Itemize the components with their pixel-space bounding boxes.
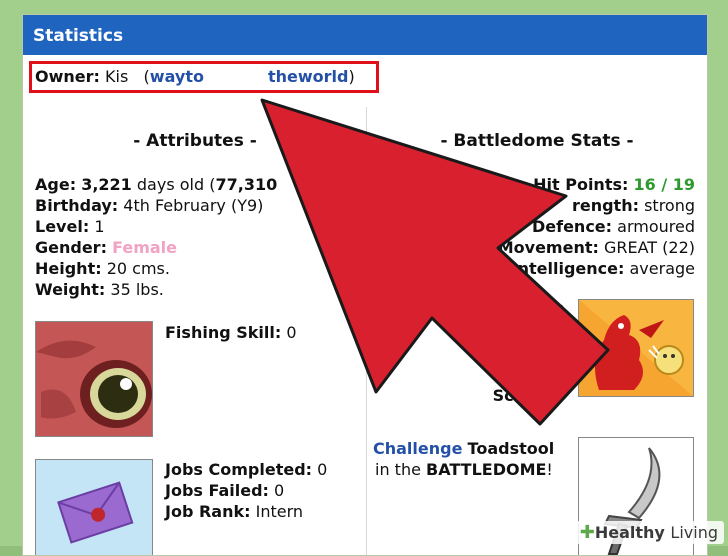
owner-name: Kis — [105, 67, 129, 86]
jobs-failed-value: 0 — [274, 481, 285, 500]
age-suffix: days old ( — [136, 175, 216, 194]
movement-label: Movement: — [497, 238, 599, 257]
weight-label: Weight: — [35, 280, 106, 299]
watermark-brand: Healthy — [594, 523, 665, 542]
fishing-pet-image — [35, 321, 153, 437]
wins-row: l: 0 — [493, 300, 565, 321]
hit-points-value: 16 / 19 — [633, 175, 695, 194]
movement-row: Movement: GREAT (22) — [498, 237, 695, 258]
score-value: 0 — [554, 386, 565, 405]
weight-value: 35 lbs. — [110, 280, 164, 299]
watermark-brand2: Living — [670, 523, 718, 542]
challenge-opponent: Toadstool — [467, 439, 555, 458]
gender-row: Gender: Female — [35, 237, 177, 258]
challenge-line2: in the BATTLEDOME! — [375, 459, 553, 480]
score-label: Score: — [492, 386, 550, 405]
birthday-row: Birthday: 4th February (Y9) — [35, 195, 263, 216]
hit-points-label: Hit Points: — [533, 175, 629, 194]
owner-row: Owner: Kis (wayto theworld) — [29, 61, 379, 93]
intelligence-label: Intelligence: — [511, 259, 625, 278]
gender-value: Female — [112, 238, 177, 257]
age-extra: 77,310 — [215, 175, 278, 194]
wins-value: 0 — [554, 301, 565, 320]
job-rank-value: Intern — [255, 502, 304, 521]
height-label: Height: — [35, 259, 102, 278]
page-background: Statistics Owner: Kis (wayto theworld) - … — [0, 0, 728, 556]
panel-title: Statistics — [23, 15, 707, 55]
birthday-label: Birthday: — [35, 196, 119, 215]
wins-label: l: — [537, 301, 550, 320]
owner-link-part2[interactable]: theworld — [268, 67, 349, 86]
age-label: Age: — [35, 175, 77, 194]
intelligence-row: Intelligence: average — [512, 258, 695, 279]
battle-dragon-icon — [579, 300, 693, 396]
fish-eye-icon — [36, 322, 152, 436]
draws-label: Dra — [517, 365, 550, 384]
battle-image — [578, 299, 694, 397]
defence-value: armoured — [617, 217, 695, 236]
job-rank-row: Job Rank: Intern — [165, 501, 303, 522]
level-label: Level: — [35, 217, 90, 236]
jobs-image — [35, 459, 153, 555]
movement-value: GREAT (22) — [603, 238, 695, 257]
draws-row: Dra 0 — [473, 364, 565, 385]
jobs-completed-row: Jobs Completed: 0 — [165, 459, 327, 480]
attributes-title: - Attributes - — [133, 131, 257, 151]
birthday-value: 4th February (Y9) — [123, 196, 264, 215]
challenge-link[interactable]: Challenge — [373, 439, 462, 458]
height-value: 20 cms. — [106, 259, 170, 278]
challenge-battledome[interactable]: BATTLEDOME — [426, 460, 546, 479]
plus-logo-icon: ✚ — [579, 522, 595, 543]
gender-label: Gender: — [35, 238, 107, 257]
challenge-prefix: in the — [375, 460, 421, 479]
fishing-label: Fishing Skill: — [165, 323, 282, 342]
challenge-line1: Challenge Toadstool — [373, 438, 554, 459]
strength-row: rength: strong — [572, 195, 695, 216]
jobs-completed-label: Jobs Completed: — [165, 460, 313, 479]
weight-row: Weight: 35 lbs. — [35, 279, 164, 300]
draws-value: 0 — [554, 365, 565, 384]
level-value: 1 — [94, 217, 105, 236]
job-rank-label: Job Rank: — [165, 502, 251, 521]
fishing-row: Fishing Skill: 0 — [165, 322, 297, 343]
age-row: Age: 3,221 days old (77,310 — [35, 174, 277, 195]
intelligence-value: average — [629, 259, 696, 278]
challenge-suffix: ! — [546, 460, 553, 479]
height-row: Height: 20 cms. — [35, 258, 170, 279]
defence-row: Defence: armoured — [532, 216, 695, 237]
strength-label: rength: — [571, 196, 639, 215]
level-row: Level: 1 — [35, 216, 105, 237]
jobs-completed-value: 0 — [317, 460, 328, 479]
owner-link-part1[interactable]: wayto — [150, 67, 204, 86]
jobs-failed-row: Jobs Failed: 0 — [165, 480, 284, 501]
owner-label: Owner: — [35, 67, 100, 86]
watermark: ✚Healthy Living — [575, 521, 724, 544]
battledome-title: - Battledome Stats - — [440, 131, 634, 151]
age-value: 3,221 — [81, 175, 132, 194]
strength-value: strong — [644, 196, 695, 215]
score-row: Score: 0 — [463, 385, 565, 406]
defence-label: Defence: — [531, 217, 613, 236]
statistics-panel: Statistics Owner: Kis (wayto theworld) - … — [22, 14, 708, 556]
hit-points-row: Hit Points: 16 / 19 — [533, 174, 695, 195]
fishing-value: 0 — [286, 323, 297, 342]
column-divider — [366, 107, 367, 555]
jobs-failed-label: Jobs Failed: — [165, 481, 269, 500]
envelope-icon — [36, 460, 152, 555]
